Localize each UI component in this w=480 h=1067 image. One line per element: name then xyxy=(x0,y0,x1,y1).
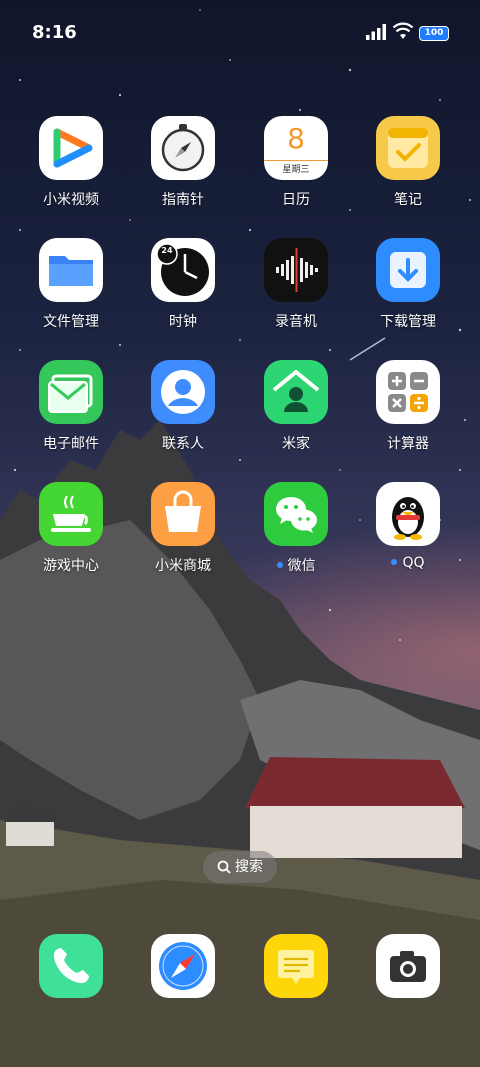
app-wechat[interactable]: 微信 xyxy=(240,482,352,575)
app-label: 联系人 xyxy=(162,436,204,452)
search-icon xyxy=(217,860,231,874)
app-mijia[interactable]: 米家 xyxy=(240,360,352,453)
wifi-icon xyxy=(393,22,413,39)
app-email[interactable]: 电子邮件 xyxy=(15,360,127,453)
game-center-icon xyxy=(39,482,103,546)
compass-icon xyxy=(151,116,215,180)
app-qq[interactable]: QQ xyxy=(352,482,464,571)
app-clock[interactable]: 24 时钟 xyxy=(127,238,239,331)
dock-phone[interactable] xyxy=(15,934,127,998)
app-label: 米家 xyxy=(282,436,310,452)
cellular-signal-icon xyxy=(366,24,386,40)
calendar-day: 8 xyxy=(287,122,305,155)
search-button[interactable]: 搜索 xyxy=(203,851,277,883)
mi-video-icon xyxy=(39,116,103,180)
app-notes[interactable]: 笔记 xyxy=(352,116,464,209)
mi-store-icon xyxy=(151,482,215,546)
app-label: 微信 xyxy=(240,555,352,575)
app-label: QQ xyxy=(352,555,464,571)
wechat-icon xyxy=(264,482,328,546)
phone-icon xyxy=(39,934,103,998)
app-label: 下载管理 xyxy=(380,314,436,330)
calendar-icon: 8 星期三 xyxy=(264,116,328,180)
folder-icon xyxy=(39,238,103,302)
app-label: 游戏中心 xyxy=(43,558,99,574)
app-label: 小米商城 xyxy=(155,558,211,574)
app-label: 笔记 xyxy=(394,192,422,208)
app-label: 指南针 xyxy=(162,192,204,208)
calendar-weekday: 星期三 xyxy=(282,165,310,175)
download-icon xyxy=(376,238,440,302)
status-time: 8:16 xyxy=(32,22,77,43)
app-mi-store[interactable]: 小米商城 xyxy=(127,482,239,575)
notes-icon xyxy=(376,116,440,180)
app-label-text: QQ xyxy=(402,555,425,571)
app-label: 小米视频 xyxy=(43,192,99,208)
app-label: 日历 xyxy=(282,192,310,208)
app-file-manager[interactable]: 文件管理 xyxy=(15,238,127,331)
camera-icon xyxy=(376,934,440,998)
app-label: 录音机 xyxy=(275,314,317,330)
app-download-manager[interactable]: 下载管理 xyxy=(352,238,464,331)
clock-badge: 24 xyxy=(161,246,173,255)
dock-camera[interactable] xyxy=(352,934,464,998)
mijia-icon xyxy=(264,360,328,424)
app-calculator[interactable]: 计算器 xyxy=(352,360,464,453)
calculator-icon xyxy=(376,360,440,424)
new-badge-dot xyxy=(276,562,283,568)
dock-messages[interactable] xyxy=(240,934,352,998)
app-label: 文件管理 xyxy=(43,314,99,330)
app-calendar[interactable]: 8 星期三 日历 xyxy=(240,116,352,209)
messages-icon xyxy=(264,934,328,998)
app-label-text: 微信 xyxy=(287,558,316,574)
app-label: 计算器 xyxy=(387,436,429,452)
status-bar: 8:16 100 xyxy=(0,0,480,66)
contacts-icon xyxy=(151,360,215,424)
app-mi-video[interactable]: 小米视频 xyxy=(15,116,127,209)
clock-icon: 24 xyxy=(151,238,215,302)
app-recorder[interactable]: 录音机 xyxy=(240,238,352,331)
app-compass[interactable]: 指南针 xyxy=(127,116,239,209)
browser-icon xyxy=(151,934,215,998)
app-label: 电子邮件 xyxy=(43,436,99,452)
app-label: 时钟 xyxy=(169,314,197,330)
new-badge-dot xyxy=(391,559,398,565)
qq-icon xyxy=(376,482,440,546)
dock-browser[interactable] xyxy=(127,934,239,998)
app-game-center[interactable]: 游戏中心 xyxy=(15,482,127,575)
recorder-icon xyxy=(264,238,328,302)
battery-indicator: 100 xyxy=(419,26,449,41)
mail-icon xyxy=(39,360,103,424)
search-label: 搜索 xyxy=(235,859,263,875)
app-contacts[interactable]: 联系人 xyxy=(127,360,239,453)
